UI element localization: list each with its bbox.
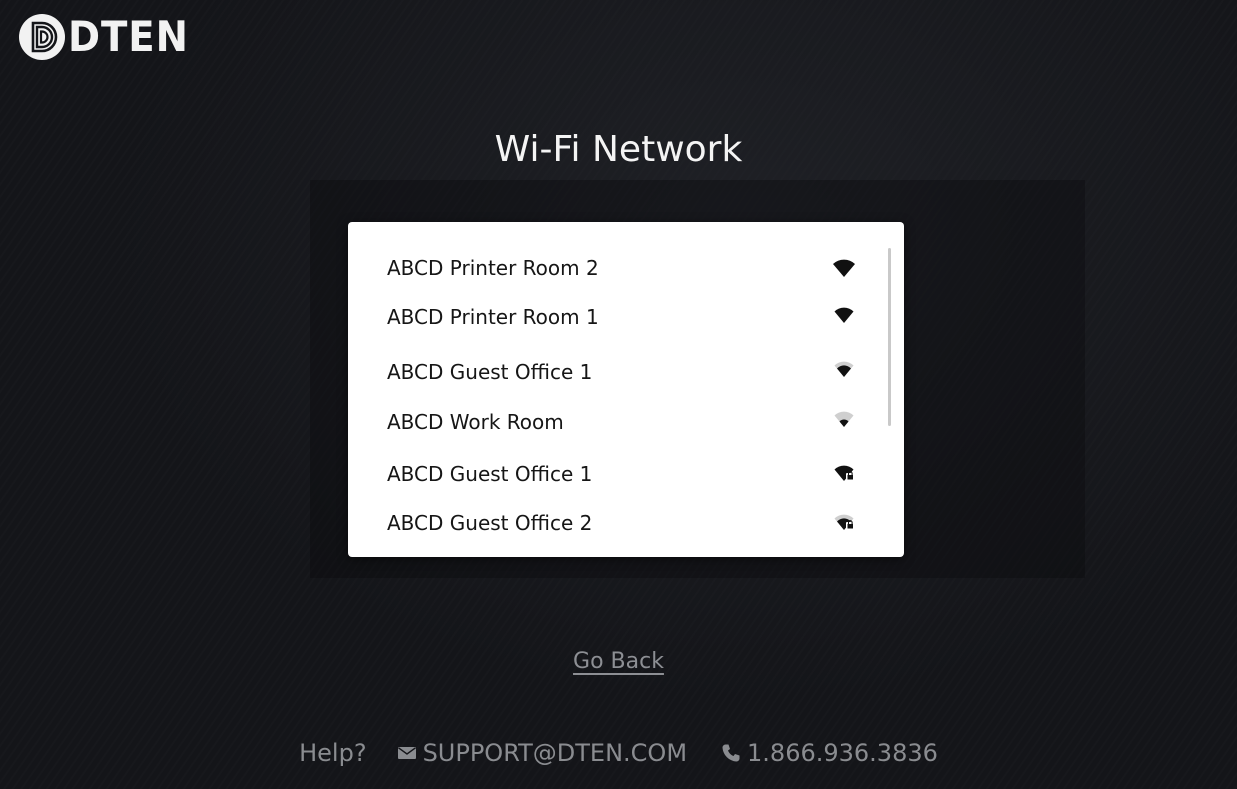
help-label: Help? (299, 739, 367, 767)
network-name: ABCD Guest Office 2 (387, 511, 593, 535)
logo-text: DTEN (68, 12, 189, 61)
envelope-icon (397, 747, 416, 759)
wifi-lock-icon (834, 465, 854, 481)
network-name: ABCD Guest Office 1 (387, 360, 593, 384)
go-back-container: Go Back (0, 646, 1237, 680)
page-title: Wi-Fi Network (494, 129, 743, 170)
scrollbar-thumb[interactable] (888, 248, 891, 426)
network-name: ABCD Work Room (387, 410, 564, 434)
support-phone-link[interactable]: 1.866.936.3836 (721, 739, 938, 767)
wifi-weak-icon (834, 411, 854, 427)
dten-logo-mark-icon (19, 14, 65, 60)
network-item[interactable]: ABCD Printer Room 1 (348, 297, 888, 337)
wifi-lock-icon (834, 514, 854, 530)
go-back-link[interactable]: Go Back (573, 649, 664, 674)
support-footer: Help? SUPPORT@DTEN.COM 1.866.936.3836 (0, 736, 1237, 770)
wifi-strong-icon (833, 259, 855, 277)
support-email: SUPPORT@DTEN.COM (422, 739, 688, 767)
support-phone: 1.866.936.3836 (747, 739, 938, 767)
network-item[interactable]: ABCD Guest Office 2 (348, 503, 888, 543)
network-item[interactable]: ABCD Guest Office 1 (348, 352, 888, 392)
network-item[interactable]: ABCD Guest Office 1 (348, 454, 888, 494)
network-item[interactable]: ABCD Work Room (348, 402, 888, 442)
wifi-strong-icon (834, 307, 854, 323)
phone-icon (722, 744, 740, 762)
network-name: ABCD Printer Room 1 (387, 305, 599, 329)
wifi-medium-icon (834, 361, 854, 377)
wifi-network-list[interactable]: ABCD Printer Room 2 ABCD Printer Room 1 … (348, 222, 904, 557)
list-scrollbar[interactable] (887, 248, 893, 426)
network-name: ABCD Guest Office 1 (387, 462, 593, 486)
support-email-link[interactable]: SUPPORT@DTEN.COM (397, 739, 687, 767)
network-name: ABCD Printer Room 2 (387, 256, 599, 280)
network-item[interactable]: ABCD Printer Room 2 (348, 248, 888, 288)
dten-logo: DTEN (18, 12, 199, 62)
setup-screen: DTEN Wi-Fi Network ABCD Printer Room 2 A… (0, 0, 1237, 789)
